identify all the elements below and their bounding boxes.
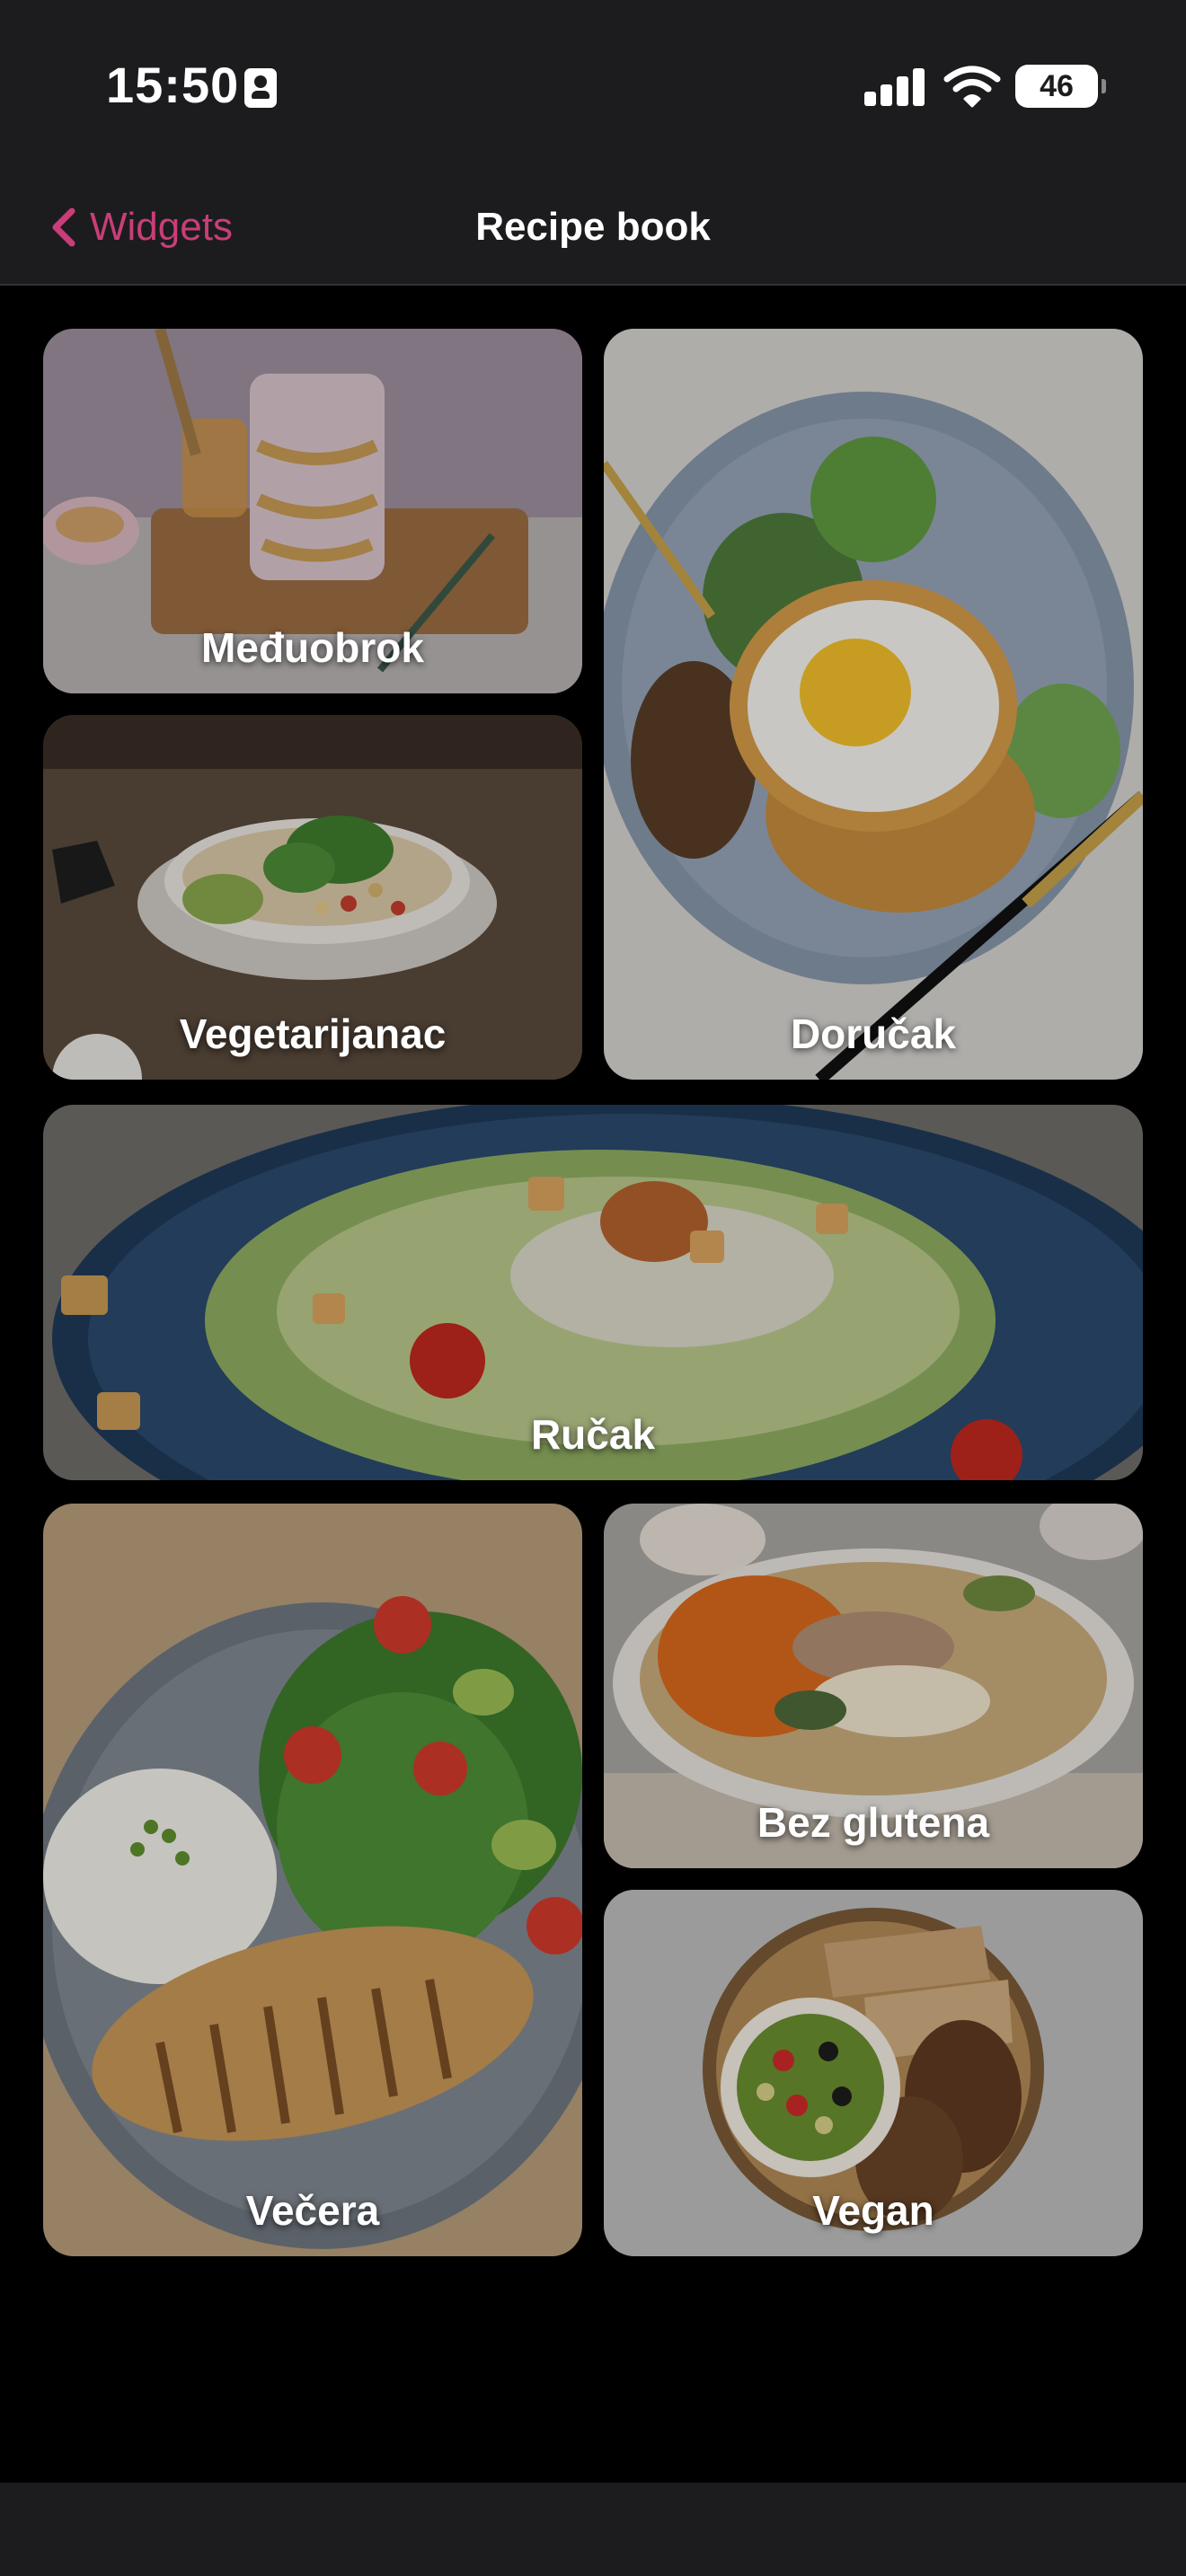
bottom-bar bbox=[0, 2483, 1186, 2576]
category-label: Bez glutena bbox=[757, 1799, 990, 1846]
status-time: 15:50 bbox=[106, 57, 240, 113]
category-tile-bez-glutena[interactable]: Bez glutena bbox=[604, 1504, 1143, 1868]
battery-icon: 46 bbox=[1015, 65, 1106, 108]
navigation-bar: Widgets Recipe book bbox=[0, 171, 1186, 286]
id-card-icon bbox=[244, 68, 277, 108]
category-tile-vegan[interactable]: Vegan bbox=[604, 1890, 1143, 2256]
wifi-icon bbox=[943, 66, 1001, 108]
category-tile-rucak[interactable]: Ručak bbox=[43, 1105, 1143, 1480]
category-label: Međuobrok bbox=[201, 624, 424, 671]
status-bar: 15:50 46 bbox=[0, 0, 1186, 171]
category-grid: Međuobrok Vegetarijanac Doručak Ručak Ve… bbox=[0, 286, 1186, 2483]
category-tile-vecera[interactable]: Večera bbox=[43, 1504, 582, 2256]
category-label: Vegetarijanac bbox=[179, 1010, 447, 1057]
page-title: Recipe book bbox=[475, 205, 711, 249]
category-label: Večera bbox=[245, 2187, 380, 2234]
category-tile-dorucak[interactable]: Doručak bbox=[604, 329, 1143, 1080]
category-label: Doručak bbox=[790, 1010, 957, 1057]
category-tile-meduobrok[interactable]: Međuobrok bbox=[43, 329, 582, 693]
category-label: Vegan bbox=[812, 2187, 934, 2234]
category-label: Ručak bbox=[530, 1411, 656, 1458]
signal-icon bbox=[864, 66, 925, 106]
category-tile-vegetarijanac[interactable]: Vegetarijanac bbox=[43, 715, 582, 1080]
